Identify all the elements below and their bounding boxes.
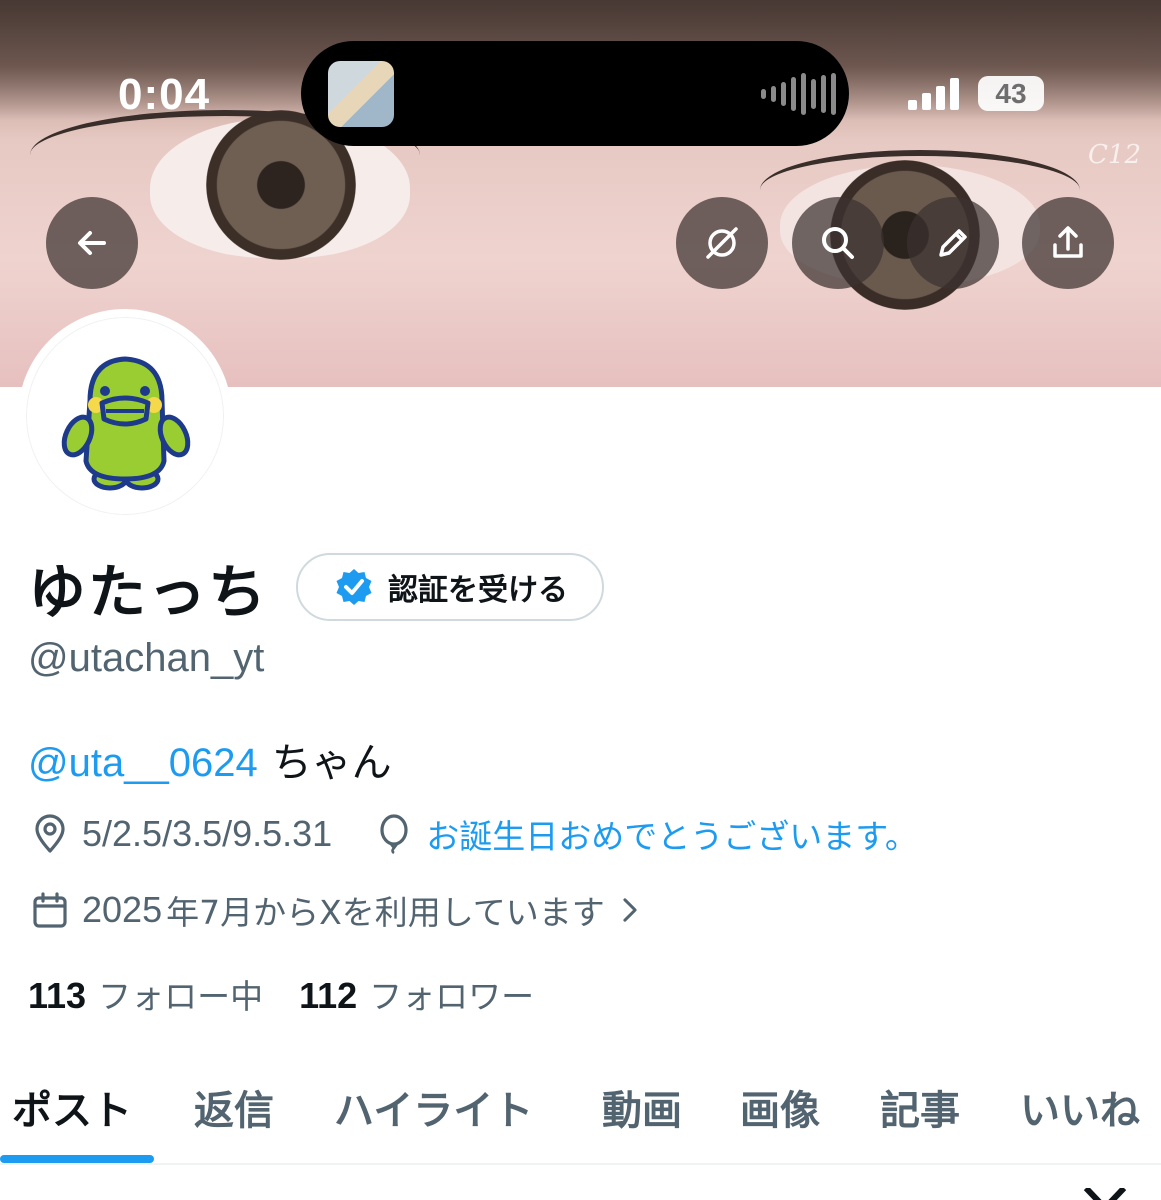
tab-photos[interactable]: 画像 — [740, 1078, 820, 1136]
calendar-icon — [33, 892, 67, 928]
avatar[interactable] — [18, 309, 232, 523]
location-pin-icon — [35, 814, 65, 853]
profile-name-row: ゆたっち 認証を受ける — [28, 545, 605, 629]
chevron-right-icon — [623, 898, 637, 922]
x-logo-icon — [1080, 1188, 1130, 1200]
dynamic-island[interactable] — [301, 41, 849, 146]
audio-wave-icon — [761, 73, 836, 115]
balloon-icon — [380, 814, 408, 854]
search-button[interactable] — [792, 197, 884, 289]
tab-videos[interactable]: 動画 — [602, 1078, 682, 1136]
display-name: ゆたっち — [28, 558, 269, 626]
battery-icon: 43 — [978, 76, 1044, 111]
avatar-character-image — [61, 356, 191, 491]
following-link[interactable]: 113 フォロー中 — [28, 970, 263, 1018]
back-arrow-icon — [78, 231, 106, 255]
back-button[interactable] — [46, 197, 138, 289]
pencil-icon — [939, 229, 967, 257]
birthday-link[interactable]: お誕生日おめでとうございます。 — [426, 810, 918, 858]
profile-joined-row[interactable]: 2025 年7月からXを利用しています — [30, 886, 647, 934]
search-icon — [822, 227, 854, 259]
battery-level: 43 — [995, 77, 1027, 109]
tab-replies[interactable]: 返信 — [194, 1078, 274, 1136]
tab-likes[interactable]: いいね — [1020, 1078, 1140, 1136]
edit-button[interactable] — [907, 197, 999, 289]
profile-bio: @uta__0624 ちゃん — [28, 730, 392, 788]
tab-posts[interactable]: ポスト — [12, 1078, 132, 1136]
share-icon — [1053, 226, 1083, 258]
signal-icon — [908, 78, 959, 110]
share-button[interactable] — [1022, 197, 1114, 289]
verified-badge-icon — [336, 569, 372, 605]
get-verified-label: 認証を受ける — [388, 573, 569, 608]
joined-text: 年7月からXを利用しています — [166, 893, 605, 932]
following-count: 113 — [28, 975, 87, 1016]
joined-year: 2025 — [82, 889, 163, 930]
tab-articles[interactable]: 記事 — [880, 1078, 960, 1136]
now-playing-thumbnail — [328, 61, 394, 127]
grok-icon — [706, 227, 738, 259]
followers-count: 112 — [299, 975, 358, 1016]
follow-stats: 113 フォロー中 112 フォロワー — [28, 970, 534, 1018]
profile-meta-location-row: 5/2.5/3.5/9.5.31 お誕生日おめでとうございます。 — [30, 810, 918, 858]
active-tab-indicator — [0, 1155, 154, 1163]
followers-link[interactable]: 112 フォロワー — [299, 970, 534, 1018]
bio-text: ちゃん — [271, 740, 392, 786]
profile-tabs: ポスト 返信 ハイライト 動画 画像 記事 いいね — [0, 1060, 1161, 1165]
get-verified-button[interactable]: 認証を受ける — [296, 553, 605, 621]
profile-location: 5/2.5/3.5/9.5.31 — [82, 813, 333, 854]
tab-highlights[interactable]: ハイライト — [334, 1078, 533, 1136]
banner-watermark: C12 — [1088, 140, 1141, 170]
bio-mention-link[interactable]: @uta__0624 — [28, 741, 258, 785]
profile-handle: @utachan_yt — [28, 636, 265, 680]
grok-button[interactable] — [676, 197, 768, 289]
followers-label: フォロワー — [369, 977, 535, 1016]
status-time: 0:04 — [118, 70, 211, 119]
following-label: フォロー中 — [98, 977, 264, 1016]
tabs-divider — [0, 1163, 1161, 1165]
